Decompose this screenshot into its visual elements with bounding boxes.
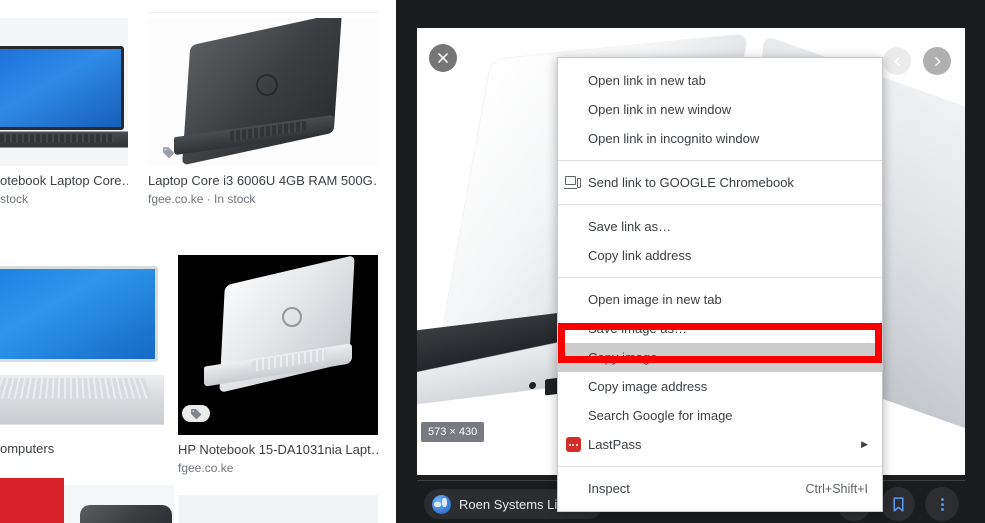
menu-separator [558, 277, 882, 278]
menu-item-label: Open link in new window [588, 102, 732, 117]
list-item[interactable] [178, 495, 378, 523]
menu-item-copy-image[interactable]: Copy image [558, 343, 882, 372]
globe-icon [432, 494, 451, 514]
product-thumbnail[interactable] [148, 18, 378, 166]
context-menu[interactable]: Open link in new tab Open link in new wi… [557, 57, 883, 512]
menu-item-label: Copy image [588, 350, 658, 365]
more-vertical-icon[interactable] [925, 487, 959, 521]
menu-item-send-link-to-device[interactable]: Send link to GOOGLE Chromebook [558, 168, 882, 197]
menu-item-lastpass[interactable]: LastPass ▶ [558, 430, 882, 459]
result-title[interactable]: omputers [0, 441, 164, 457]
menu-item-label: Save image as… [588, 321, 687, 336]
image-dimensions-badge: 573 × 430 [421, 422, 485, 442]
divider [148, 12, 378, 13]
result-subtitle: fgee.co.ke [178, 461, 234, 475]
menu-item-open-link-new-tab[interactable]: Open link in new tab [558, 66, 882, 95]
menu-item-label: Open link in new tab [588, 73, 706, 88]
menu-item-open-link-new-window[interactable]: Open link in new window [558, 95, 882, 124]
menu-item-label: Send link to GOOGLE Chromebook [588, 175, 794, 190]
next-image-button[interactable] [923, 47, 951, 75]
menu-item-label: LastPass [588, 437, 642, 452]
menu-separator [558, 160, 882, 161]
result-title[interactable]: HP Notebook 15-DA1031nia Lapt… [178, 442, 378, 458]
result-subtitle: fgee.co.ke · In stock [148, 192, 256, 206]
menu-item-label: Copy link address [588, 248, 692, 263]
menu-item-label: Open image in new tab [588, 292, 722, 307]
product-thumbnail[interactable] [64, 485, 174, 523]
product-thumbnail[interactable] [0, 18, 128, 166]
price-tag-icon [182, 405, 210, 422]
menu-item-label: Search Google for image [588, 408, 733, 423]
list-item[interactable]: omputers [0, 258, 164, 460]
reggae-art-text: REGGAE [0, 478, 14, 523]
menu-separator [558, 204, 882, 205]
menu-item-label: Inspect [588, 481, 630, 496]
menu-separator [558, 466, 882, 467]
result-title[interactable]: otebook Laptop Core… [0, 173, 128, 189]
menu-item-copy-image-address[interactable]: Copy image address [558, 372, 882, 401]
price-tag-icon [154, 144, 182, 161]
product-thumbnail[interactable]: REGGAE [0, 478, 64, 523]
product-thumbnail[interactable] [0, 258, 164, 434]
menu-item-save-image-as[interactable]: Save image as… [558, 314, 882, 343]
menu-item-shortcut: Ctrl+Shift+I [805, 481, 868, 496]
product-thumbnail[interactable] [178, 495, 378, 523]
result-subtitle: stock [0, 192, 29, 206]
list-item[interactable] [64, 485, 174, 523]
image-results-panel[interactable]: otebook Laptop Core… stock Laptop Core i… [0, 0, 396, 523]
menu-item-inspect[interactable]: Inspect Ctrl+Shift+I [558, 474, 882, 503]
lastpass-icon [558, 437, 588, 452]
product-thumbnail[interactable] [178, 255, 378, 435]
menu-item-open-link-incognito[interactable]: Open link in incognito window [558, 124, 882, 153]
menu-item-save-link-as[interactable]: Save link as… [558, 212, 882, 241]
menu-item-label: Save link as… [588, 219, 672, 234]
menu-item-label: Open link in incognito window [588, 131, 760, 146]
menu-item-copy-link-address[interactable]: Copy link address [558, 241, 882, 270]
list-item[interactable]: Laptop Core i3 6006U 4GB RAM 500G… fgee.… [148, 18, 378, 207]
previous-image-button[interactable] [883, 47, 911, 75]
list-item[interactable]: HP Notebook 15-DA1031nia Lapt… fgee.co.k… [178, 255, 378, 476]
list-item[interactable]: REGGAE [0, 478, 64, 523]
submenu-arrow-icon: ▶ [861, 439, 868, 449]
menu-item-open-image-new-tab[interactable]: Open image in new tab [558, 285, 882, 314]
chromebook-icon [558, 176, 588, 189]
close-icon[interactable] [429, 44, 457, 72]
bookmark-icon[interactable] [881, 487, 915, 521]
menu-item-label: Copy image address [588, 379, 708, 394]
list-item[interactable]: otebook Laptop Core… stock [0, 18, 128, 207]
result-title[interactable]: Laptop Core i3 6006U 4GB RAM 500G… [148, 173, 378, 189]
menu-item-search-google-for-image[interactable]: Search Google for image [558, 401, 882, 430]
